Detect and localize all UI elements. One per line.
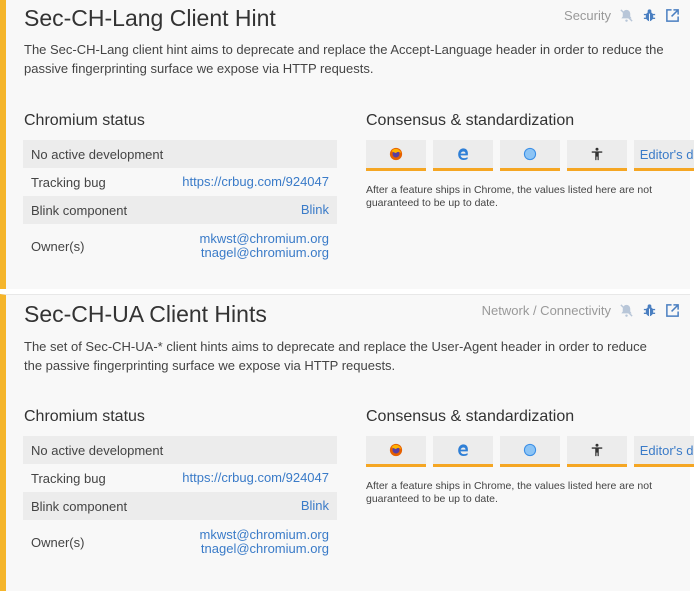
owners-label: Owner(s) (31, 238, 85, 254)
owners-row: Owner(s) mkwst@chromium.org tnagel@chrom… (23, 224, 337, 268)
component-link[interactable]: Blink (301, 499, 329, 513)
feature-description: The Sec-CH-Lang client hint aims to depr… (24, 42, 664, 76)
web-developers-status[interactable] (567, 140, 627, 171)
editors-draft-link[interactable]: Editor's draft (634, 436, 694, 467)
open-external-icon[interactable] (665, 303, 680, 318)
owners-list: mkwst@chromium.org tnagel@chromium.org (200, 232, 330, 260)
feature-actions: Network / Connectivity (482, 303, 680, 318)
tracking-label: Tracking bug (31, 174, 106, 190)
feature-card: Sec-CH-Lang Client Hint Security The Sec… (0, 0, 694, 289)
feature-description: The set of Sec-CH-UA-* client hints aims… (24, 339, 647, 373)
owner-link[interactable]: mkwst@chromium.org (200, 232, 330, 246)
bell-off-icon[interactable] (619, 8, 634, 23)
disclaimer-note: After a feature ships in Chrome, the val… (366, 184, 652, 209)
category-label[interactable]: Network / Connectivity (482, 303, 611, 318)
edge-icon (458, 444, 468, 456)
component-label: Blink component (31, 498, 128, 514)
safari-icon (523, 443, 537, 457)
status-text: No active development (31, 442, 164, 458)
feature-actions: Security (564, 8, 680, 23)
owners-label: Owner(s) (31, 534, 85, 550)
edge-status[interactable] (433, 140, 493, 171)
consensus-heading: Consensus & standardization (366, 112, 575, 129)
component-row: Blink component Blink (23, 492, 337, 520)
safari-status[interactable] (500, 436, 560, 467)
accessibility-person-icon (591, 443, 603, 457)
accessibility-person-icon (591, 147, 603, 161)
safari-icon (523, 147, 537, 161)
status-table: No active development Tracking bug https… (23, 436, 337, 564)
browser-status-row: Editor's draft (366, 436, 694, 467)
component-label: Blink component (31, 202, 128, 218)
feature-title[interactable]: Sec-CH-UA Client Hints (24, 301, 267, 328)
status-text: No active development (31, 146, 164, 162)
category-label[interactable]: Security (564, 8, 611, 23)
feature-card: Sec-CH-UA Client Hints Network / Connect… (0, 294, 694, 591)
owner-link[interactable]: mkwst@chromium.org (200, 528, 330, 542)
web-developers-status[interactable] (567, 436, 627, 467)
consensus-heading: Consensus & standardization (366, 408, 575, 425)
firefox-icon (389, 147, 403, 161)
owner-link[interactable]: tnagel@chromium.org (200, 246, 329, 260)
browser-status-row: Editor's draft (366, 140, 694, 171)
firefox-status[interactable] (366, 140, 426, 171)
safari-status[interactable] (500, 140, 560, 171)
open-external-icon[interactable] (665, 8, 680, 23)
firefox-icon (389, 443, 403, 457)
component-link[interactable]: Blink (301, 203, 329, 217)
tracking-row: Tracking bug https://crbug.com/924047 (23, 464, 337, 492)
owner-link[interactable]: tnagel@chromium.org (200, 542, 329, 556)
status-heading: Chromium status (24, 112, 145, 129)
feature-title[interactable]: Sec-CH-Lang Client Hint (24, 5, 276, 32)
status-heading: Chromium status (24, 408, 145, 425)
tracking-row: Tracking bug https://crbug.com/924047 (23, 168, 337, 196)
editors-draft-link[interactable]: Editor's draft (634, 140, 694, 171)
status-table: No active development Tracking bug https… (23, 140, 337, 268)
tracking-link[interactable]: https://crbug.com/924047 (182, 175, 329, 189)
tracking-link[interactable]: https://crbug.com/924047 (182, 471, 329, 485)
disclaimer-note: After a feature ships in Chrome, the val… (366, 480, 652, 505)
bug-icon[interactable] (642, 303, 657, 318)
status-row: No active development (23, 140, 337, 168)
firefox-status[interactable] (366, 436, 426, 467)
edge-status[interactable] (433, 436, 493, 467)
owners-list: mkwst@chromium.org tnagel@chromium.org (200, 528, 330, 556)
edge-icon (458, 148, 468, 160)
status-row: No active development (23, 436, 337, 464)
bug-icon[interactable] (642, 8, 657, 23)
owners-row: Owner(s) mkwst@chromium.org tnagel@chrom… (23, 520, 337, 564)
bell-off-icon[interactable] (619, 303, 634, 318)
tracking-label: Tracking bug (31, 470, 106, 486)
component-row: Blink component Blink (23, 196, 337, 224)
